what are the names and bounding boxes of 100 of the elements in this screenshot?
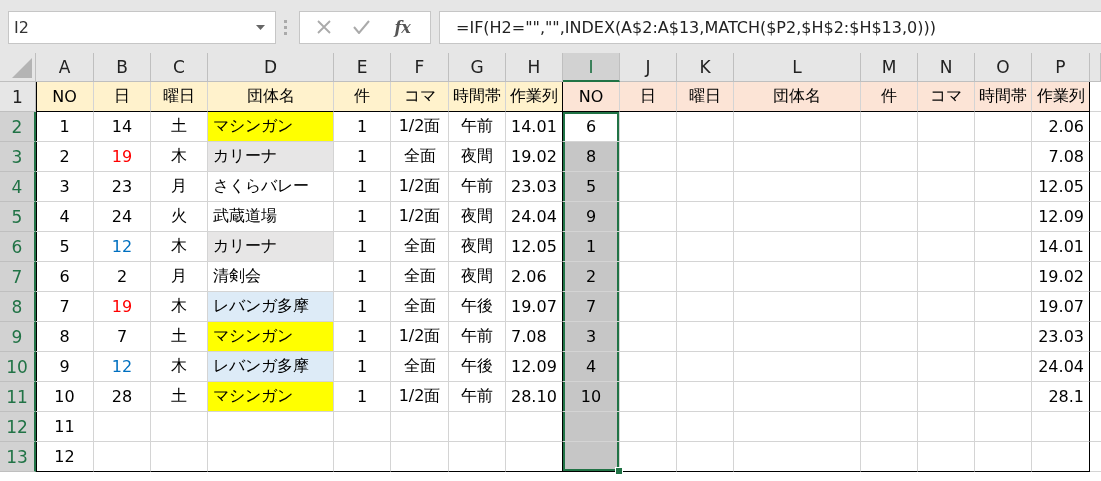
table-cell [861,442,918,472]
column-header[interactable]: F [391,53,449,82]
table-cell [918,412,975,442]
row-header[interactable]: 7 [0,262,36,292]
table-cell [918,352,975,382]
column-header[interactable]: C [151,53,208,82]
table-cell [391,412,449,442]
table-cell: 9 [36,352,94,382]
table-cell [677,352,734,382]
table-cell: 2.06 [1032,112,1090,142]
table-cell: 4 [563,352,620,382]
table-cell: 午前 [449,112,506,142]
table-cell: NO [36,82,94,112]
table-cell [918,142,975,172]
column-header[interactable]: P [1032,53,1090,82]
table-cell [975,112,1032,142]
column-header[interactable]: J [620,53,677,82]
table-cell: 6 [36,262,94,292]
row-header[interactable]: 13 [0,442,36,472]
table-cell [677,442,734,472]
table-cell: 夜間 [449,202,506,232]
table-cell [861,262,918,292]
table-cell [975,292,1032,322]
table-cell [620,352,677,382]
select-all-icon[interactable] [12,58,32,78]
column-header[interactable]: E [334,53,391,82]
table-cell: 1/2面 [391,382,449,412]
row-header[interactable]: 1 [0,82,36,112]
table-cell [620,142,677,172]
table-cell: 1 [334,382,391,412]
column-header[interactable]: I [563,53,620,82]
table-cell: 1 [334,292,391,322]
caret-icon [256,24,265,30]
table-cell [918,202,975,232]
table-cell: NO [563,82,620,112]
column-header[interactable] [1090,53,1101,82]
fill-handle[interactable] [615,467,623,475]
table-cell: 午前 [449,382,506,412]
table-cell: 1 [334,352,391,382]
table-cell [677,172,734,202]
column-header[interactable]: K [677,53,734,82]
table-cell: 12.09 [1032,202,1090,232]
row-header[interactable]: 11 [0,382,36,412]
table-cell [975,172,1032,202]
more-icon[interactable] [284,19,287,35]
column-header[interactable]: N [918,53,975,82]
row-header[interactable]: 12 [0,412,36,442]
table-cell: 7.08 [1032,142,1090,172]
check-icon[interactable] [353,20,371,34]
column-header[interactable]: M [861,53,918,82]
table-cell: 8 [563,142,620,172]
table-cell: 12.05 [1032,172,1090,202]
table-cell: 19.02 [1032,262,1090,292]
insert-function-button[interactable]: fx [392,17,413,37]
table-cell [677,322,734,352]
row-header[interactable]: 9 [0,322,36,352]
table-cell: 12 [36,442,94,472]
table-cell: 1/2面 [391,112,449,142]
column-header[interactable]: D [208,53,334,82]
row-header[interactable]: 2 [0,112,36,142]
table-cell [861,172,918,202]
table-cell: 夜間 [449,142,506,172]
row-header[interactable]: 4 [0,172,36,202]
column-header[interactable]: G [449,53,506,82]
table-cell: 1 [334,172,391,202]
table-cell [620,262,677,292]
column-header[interactable]: H [506,53,563,82]
table-cell: 19 [94,292,151,322]
table-cell [620,232,677,262]
table-cell: 件 [861,82,918,112]
table-cell [861,352,918,382]
column-header[interactable]: O [975,53,1032,82]
table-cell: 23 [94,172,151,202]
row-header[interactable]: 8 [0,292,36,322]
table-cell: 日 [94,82,151,112]
table-cell: 1 [334,232,391,262]
table-cell: 24 [94,202,151,232]
table-cell: 28.1 [1032,382,1090,412]
table-cell [677,292,734,322]
table-cell [620,412,677,442]
column-header[interactable]: B [94,53,151,82]
table-cell: 2 [563,262,620,292]
row-header[interactable]: 3 [0,142,36,172]
table-cell [677,232,734,262]
table-cell: 4 [36,202,94,232]
row-header[interactable]: 5 [0,202,36,232]
column-header[interactable]: A [36,53,94,82]
row-header[interactable]: 10 [0,352,36,382]
column-header[interactable]: L [734,53,861,82]
table-cell [918,112,975,142]
formula-field[interactable]: =IF(H2="","",INDEX(A$2:A$13,MATCH($P2,$H$2:$H$13,0))) [439,10,1101,44]
row-header[interactable]: 6 [0,232,36,262]
name-box[interactable]: I2 [8,10,276,44]
table-cell [620,112,677,142]
table-cell: 全面 [391,262,449,292]
table-cell [918,322,975,352]
table-cell [975,202,1032,232]
table-cell [620,292,677,322]
table-cell: 1 [334,142,391,172]
close-icon[interactable] [317,20,332,34]
